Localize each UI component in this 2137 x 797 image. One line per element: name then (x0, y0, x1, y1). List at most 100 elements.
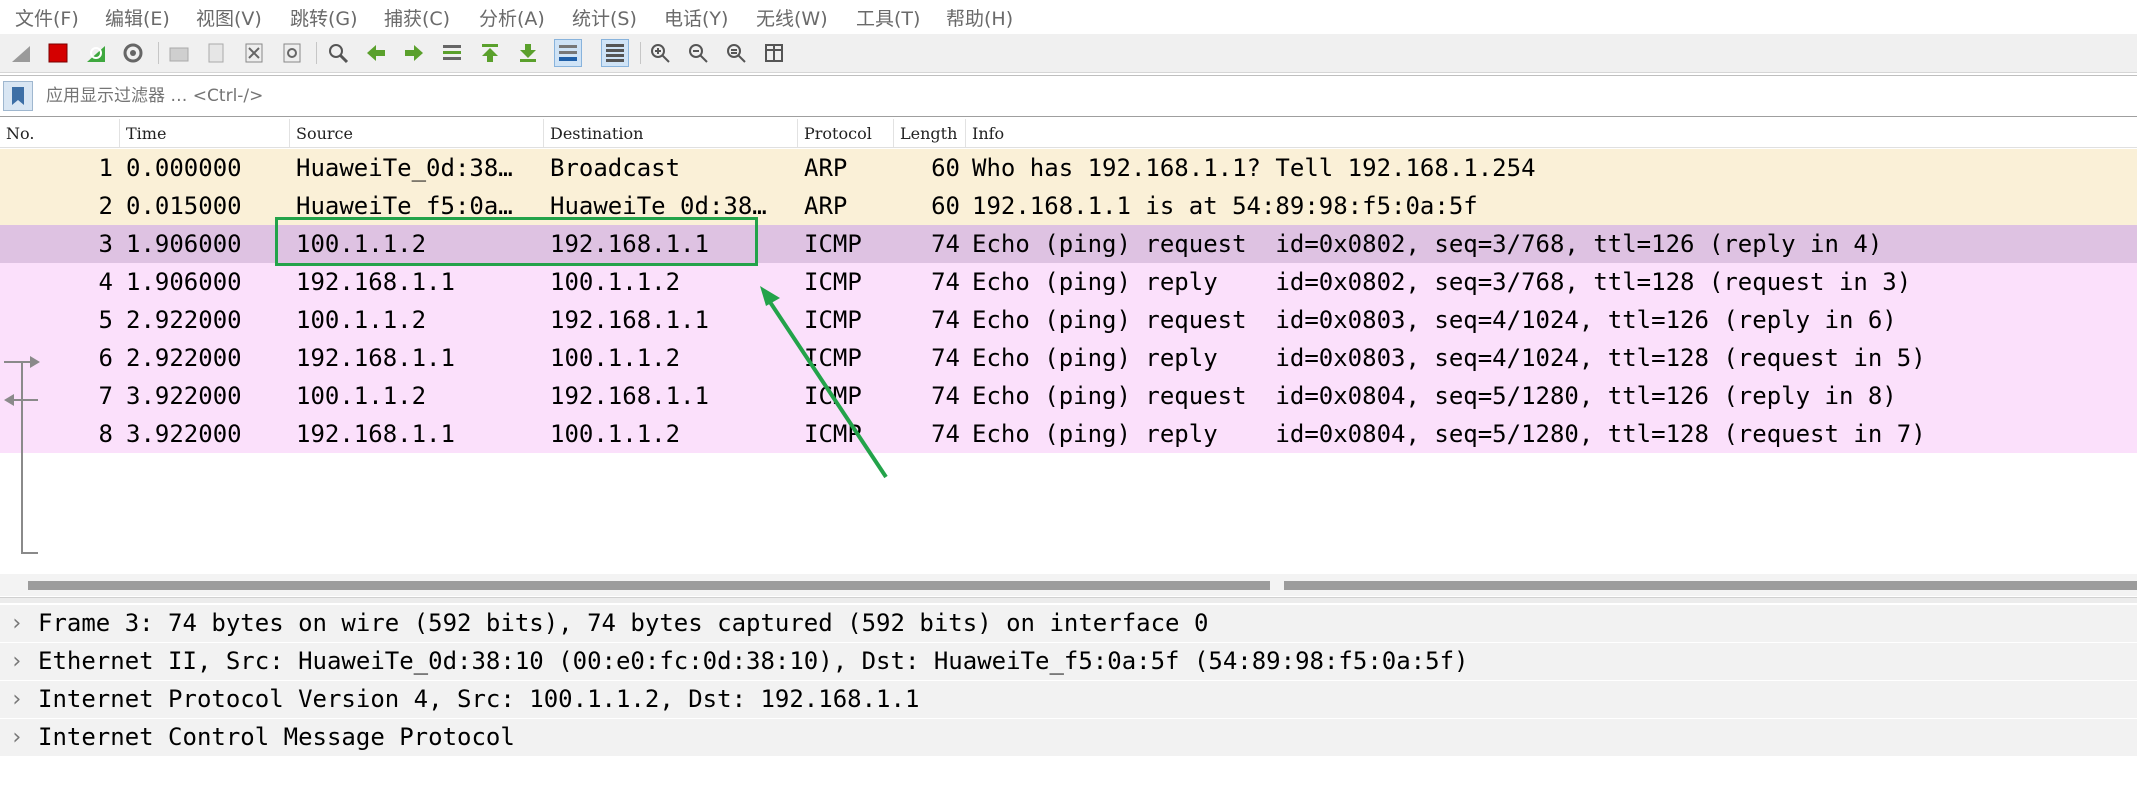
packet-row[interactable]: 8 3.922000 192.168.1.1 100.1.1.2 ICMP 74… (0, 415, 2137, 453)
packet-length: 74 (931, 306, 960, 334)
packet-protocol: ICMP (804, 382, 862, 410)
packet-row[interactable]: 6 2.922000 192.168.1.1 100.1.1.2 ICMP 74… (0, 339, 2137, 377)
detail-text: Internet Control Message Protocol (38, 723, 515, 751)
go-last-icon[interactable] (514, 39, 542, 67)
scrollbar-thumb[interactable] (1284, 581, 2137, 590)
menu-wireless[interactable]: 无线(W) (756, 4, 828, 31)
restart-capture-icon[interactable] (82, 39, 110, 67)
packet-destination: Broadcast (550, 154, 681, 182)
packet-info: Echo (ping) request id=0x0803, seq=4/102… (972, 306, 1897, 334)
detail-tree-item[interactable]: › Frame 3: 74 bytes on wire (592 bits), … (0, 605, 2137, 642)
packet-protocol: ICMP (804, 344, 862, 372)
reload-file-icon[interactable] (278, 39, 306, 67)
packet-time: 2.922000 (126, 306, 242, 334)
find-packet-icon[interactable] (324, 39, 352, 67)
column-header-protocol[interactable]: Protocol (798, 119, 894, 147)
capture-options-icon[interactable] (119, 39, 147, 67)
chevron-right-icon[interactable]: › (10, 643, 23, 680)
open-file-icon[interactable] (165, 39, 193, 67)
menu-bar: 文件(F) 编辑(E) 视图(V) 跳转(G) 捕获(C) 分析(A) 统计(S… (0, 0, 2137, 32)
menu-go[interactable]: 跳转(G) (290, 4, 358, 31)
packet-length: 74 (931, 382, 960, 410)
detail-text: Internet Protocol Version 4, Src: 100.1.… (38, 685, 920, 713)
colorize-icon[interactable] (601, 39, 629, 67)
packet-source: 100.1.1.2 (296, 306, 427, 334)
menu-help[interactable]: 帮助(H) (946, 4, 1013, 31)
packet-protocol: ICMP (804, 420, 862, 448)
packet-source: 192.168.1.1 (296, 344, 455, 372)
resize-columns-icon[interactable] (760, 39, 788, 67)
toolbar-separator (640, 42, 641, 64)
packet-time: 1.906000 (126, 230, 242, 258)
zoom-normal-icon[interactable] (722, 39, 750, 67)
packet-destination: 192.168.1.1 (550, 382, 709, 410)
go-to-packet-icon[interactable] (438, 39, 466, 67)
column-header-info[interactable]: Info (966, 119, 2137, 147)
detail-text: Ethernet II, Src: HuaweiTe_0d:38:10 (00:… (38, 647, 1469, 675)
packet-protocol: ICMP (804, 268, 862, 296)
packet-protocol: ARP (804, 192, 848, 220)
save-file-icon[interactable] (202, 39, 230, 67)
menu-view[interactable]: 视图(V) (196, 4, 262, 31)
detail-tree-item[interactable]: › Internet Protocol Version 4, Src: 100.… (0, 681, 2137, 718)
menu-capture[interactable]: 捕获(C) (384, 4, 450, 31)
packet-length: 74 (931, 268, 960, 296)
main-toolbar (0, 34, 2137, 73)
go-forward-icon[interactable] (400, 39, 428, 67)
autoscroll-icon[interactable] (554, 39, 582, 67)
packet-details-pane: › Frame 3: 74 bytes on wire (592 bits), … (0, 605, 2137, 797)
packet-time: 0.000000 (126, 154, 242, 182)
packet-row[interactable]: 4 1.906000 192.168.1.1 100.1.1.2 ICMP 74… (0, 263, 2137, 301)
go-back-icon[interactable] (362, 39, 390, 67)
display-filter-bar (0, 75, 2137, 117)
packet-list-header: No. Time Source Destination Protocol Len… (0, 119, 2137, 148)
column-header-time[interactable]: Time (120, 119, 290, 147)
packet-destination: 192.168.1.1 (550, 306, 709, 334)
packet-source: 100.1.1.2 (296, 382, 427, 410)
packet-row[interactable]: 7 3.922000 100.1.1.2 192.168.1.1 ICMP 74… (0, 377, 2137, 415)
zoom-out-icon[interactable] (684, 39, 712, 67)
detail-tree-item[interactable]: › Internet Control Message Protocol (0, 719, 2137, 756)
packet-info: Echo (ping) reply id=0x0802, seq=3/768, … (972, 268, 1912, 296)
close-file-icon[interactable] (240, 39, 268, 67)
menu-edit[interactable]: 编辑(E) (105, 4, 170, 31)
packet-protocol: ARP (804, 154, 848, 182)
go-first-icon[interactable] (476, 39, 504, 67)
pane-splitter[interactable] (0, 597, 2137, 603)
column-header-source[interactable]: Source (290, 119, 544, 147)
toolbar-separator (158, 42, 159, 64)
menu-telephony[interactable]: 电话(Y) (664, 4, 728, 31)
packet-time: 1.906000 (126, 268, 242, 296)
packet-length: 60 (931, 192, 960, 220)
filter-bookmark-icon[interactable] (3, 81, 33, 111)
display-filter-input[interactable] (38, 79, 2137, 113)
packet-time: 0.015000 (126, 192, 242, 220)
menu-tools[interactable]: 工具(T) (856, 4, 920, 31)
detail-tree-item[interactable]: › Ethernet II, Src: HuaweiTe_0d:38:10 (0… (0, 643, 2137, 680)
scrollbar-thumb[interactable] (28, 581, 1270, 590)
menu-file[interactable]: 文件(F) (15, 4, 79, 31)
chevron-right-icon[interactable]: › (10, 719, 23, 756)
packet-destination: 100.1.1.2 (550, 420, 681, 448)
zoom-in-icon[interactable] (646, 39, 674, 67)
menu-statistics[interactable]: 统计(S) (572, 4, 637, 31)
column-header-destination[interactable]: Destination (544, 119, 798, 147)
packet-length: 60 (931, 154, 960, 182)
menu-analyze[interactable]: 分析(A) (479, 4, 545, 31)
column-header-length[interactable]: Length (894, 119, 966, 147)
packet-source: 192.168.1.1 (296, 420, 455, 448)
annotation-highlight-box (275, 217, 758, 266)
packet-time: 2.922000 (126, 344, 242, 372)
packet-info: Echo (ping) reply id=0x0804, seq=5/1280,… (972, 420, 1926, 448)
toolbar-separator (316, 42, 317, 64)
packet-row[interactable]: 5 2.922000 100.1.1.2 192.168.1.1 ICMP 74… (0, 301, 2137, 339)
chevron-right-icon[interactable]: › (10, 681, 23, 718)
packet-list-horizontal-scrollbar[interactable] (0, 574, 2137, 596)
column-header-no[interactable]: No. (0, 119, 120, 147)
shark-fin-start-icon[interactable] (7, 39, 35, 67)
packet-destination: 100.1.1.2 (550, 344, 681, 372)
packet-time: 3.922000 (126, 382, 242, 410)
stop-capture-icon[interactable] (44, 39, 72, 67)
chevron-right-icon[interactable]: › (10, 605, 23, 642)
packet-row[interactable]: 1 0.000000 HuaweiTe_0d:38… Broadcast ARP… (0, 149, 2137, 187)
